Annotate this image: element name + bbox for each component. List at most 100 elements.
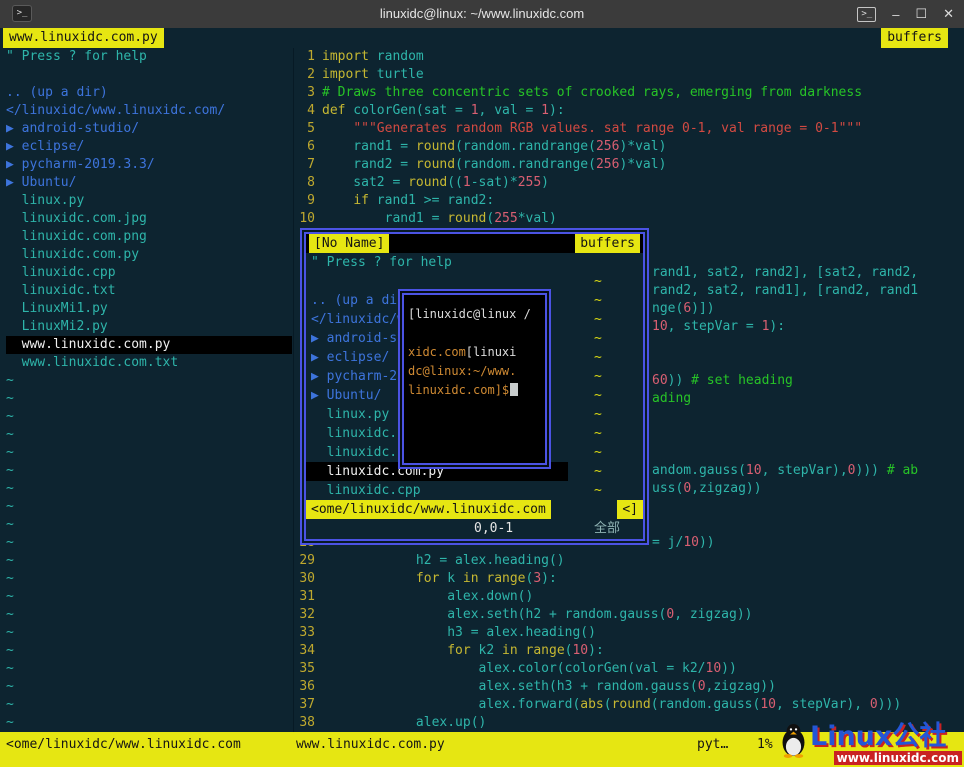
code-line[interactable]: 36 alex.seth(h3 + random.gauss(0,zigzag)… <box>296 678 964 696</box>
line-number: 34 <box>299 643 315 658</box>
empty-line-tilde: ~ <box>6 661 14 676</box>
code-line[interactable]: 34 for k2 in range(10): <box>296 642 964 660</box>
statusline-filetype: pyt… <box>697 737 729 752</box>
popup-all-label: 全部 <box>594 521 621 536</box>
code-line[interactable]: 29 h2 = alex.heading() <box>296 552 964 570</box>
line-number: 4 <box>307 103 315 118</box>
popup-empty-line-tilde: ~ <box>594 483 602 498</box>
popup-terminal-window[interactable]: [linuxidc@linux / xidc.com[linuxi dc@linux… <box>398 289 551 469</box>
popup-empty-line-tilde: ~ <box>594 445 602 460</box>
empty-line-tilde: ~ <box>6 715 14 730</box>
empty-line-tilde: ~ <box>6 553 14 568</box>
code-line[interactable]: 30 for k in range(3): <box>296 570 964 588</box>
tree-item[interactable]: .. (up a dir) <box>6 84 292 102</box>
empty-line-tilde: ~ <box>6 427 14 442</box>
line-number: 7 <box>307 157 315 172</box>
terminal-window-icon: >_ <box>857 6 877 22</box>
code-line[interactable]: 2 import turtle <box>296 66 964 84</box>
popup-empty-line-tilde: ~ <box>594 312 602 327</box>
popup-buffers-label[interactable]: buffers <box>575 234 640 253</box>
empty-line-tilde: ~ <box>6 517 14 532</box>
popup-empty-line-tilde: ~ <box>594 388 602 403</box>
empty-line-tilde: ~ <box>6 607 14 622</box>
tree-item[interactable]: ▶ pycharm-2019.3.3/ <box>6 156 292 174</box>
statusline-tree-path: <ome/linuxidc/www.linuxidc.com <box>6 737 241 752</box>
code-line[interactable]: 6 rand1 = round(random.randrange(256)*va… <box>296 138 964 156</box>
popup-empty-line-tilde: ~ <box>594 464 602 479</box>
empty-line-tilde: ~ <box>6 679 14 694</box>
empty-line-tilde: ~ <box>6 697 14 712</box>
popup-ruler: 0,0-1 <box>474 521 514 536</box>
watermark: Linux公社 www.linuxidc.com <box>780 719 962 767</box>
tree-item[interactable]: </linuxidc/www.linuxidc.com/ <box>6 102 292 120</box>
maximize-button[interactable]: ☐ <box>915 6 927 22</box>
popup-tree-item[interactable]: " Press ? for help <box>306 253 568 272</box>
tree-item[interactable]: LinuxMi2.py <box>6 318 292 336</box>
code-line[interactable]: 8 sat2 = round((1-sat)*255) <box>296 174 964 192</box>
code-line[interactable]: 9 if rand1 >= rand2: <box>296 192 964 210</box>
tree-item[interactable]: linuxidc.cpp <box>6 264 292 282</box>
tree-item[interactable]: ▶ android-studio/ <box>6 120 292 138</box>
terminal-window: >_ linuxidc@linux: ~/www.linuxidc.com >_… <box>0 0 964 767</box>
popup-command-line: 0,0-1 全部 <box>306 519 643 538</box>
empty-line-tilde: ~ <box>6 535 14 550</box>
tree-item[interactable] <box>6 66 292 84</box>
empty-line-tilde: ~ <box>6 499 14 514</box>
close-button[interactable]: ✕ <box>943 6 954 22</box>
popup-tree-item[interactable]: linuxidc.cpp <box>306 481 568 500</box>
titlebar: >_ linuxidc@linux: ~/www.linuxidc.com >_… <box>0 0 964 28</box>
popup-empty-line-tilde: ~ <box>594 350 602 365</box>
code-line[interactable]: 4 def colorGen(sat = 1, val = 1): <box>296 102 964 120</box>
tree-item[interactable]: linuxidc.com.jpg <box>6 210 292 228</box>
popup-statusline: <ome/linuxidc/www.linuxidc.com <] <box>306 500 643 519</box>
terminal-line: [linuxidc@linux / <box>408 307 531 321</box>
tree-item[interactable]: linux.py <box>6 192 292 210</box>
line-number: 37 <box>299 697 315 712</box>
code-line[interactable]: 10 rand1 = round(255*val) <box>296 210 964 228</box>
code-line[interactable]: 1 import random <box>296 48 964 66</box>
tree-item[interactable]: linuxidc.com.py <box>6 246 292 264</box>
popup-terminal[interactable]: [linuxidc@linux / xidc.com[linuxi dc@linux… <box>402 293 547 465</box>
popup-tab-no-name[interactable]: [No Name] <box>309 234 390 253</box>
popup-tabline: [No Name] buffers <box>306 234 643 253</box>
code-line[interactable]: 32 alex.seth(h2 + random.gauss(0, zigzag… <box>296 606 964 624</box>
code-line[interactable]: 3 # Draws three concentric sets of crooke… <box>296 84 964 102</box>
watermark-site: www.linuxidc.com <box>833 751 962 765</box>
file-tree: " Press ? for help .. (up a dir) </linuxid… <box>0 48 292 732</box>
popup-vim-window: [No Name] buffers " Press ? for help.. (… <box>300 228 649 545</box>
popup-tilde-column: ~ ~ ~ ~ ~ ~ ~ ~ ~ ~ ~ ~ <box>594 272 602 500</box>
tree-item[interactable]: " Press ? for help <box>6 48 292 66</box>
line-number: 2 <box>307 67 315 82</box>
code-line[interactable]: 35 alex.color(colorGen(val = k2/10)) <box>296 660 964 678</box>
statusline-filename: www.linuxidc.com.py <box>296 737 445 752</box>
line-number: 29 <box>299 553 315 568</box>
tree-item[interactable]: www.linuxidc.com.py <box>6 336 292 354</box>
active-tab[interactable]: www.linuxidc.com.py <box>3 28 164 48</box>
popup-empty-line-tilde: ~ <box>594 369 602 384</box>
tree-item[interactable]: ▶ Ubuntu/ <box>6 174 292 192</box>
tree-item[interactable]: linuxidc.com.png <box>6 228 292 246</box>
code-line[interactable]: 33 h3 = alex.heading() <box>296 624 964 642</box>
empty-line-tilde: ~ <box>6 625 14 640</box>
code-line[interactable]: 37 alex.forward(abs(round(random.gauss(1… <box>296 696 964 714</box>
popup-empty-line-tilde: ~ <box>594 407 602 422</box>
buffers-label[interactable]: buffers <box>881 28 948 48</box>
line-number: 9 <box>307 193 315 208</box>
line-number: 38 <box>299 715 315 730</box>
code-line[interactable]: 31 alex.down() <box>296 588 964 606</box>
line-number: 36 <box>299 679 315 694</box>
tree-item[interactable]: ▶ eclipse/ <box>6 138 292 156</box>
popup-empty-line-tilde: ~ <box>594 274 602 289</box>
tree-item[interactable]: www.linuxidc.com.txt <box>6 354 292 372</box>
line-number: 1 <box>307 49 315 64</box>
tux-penguin-icon <box>780 722 807 762</box>
terminal-cursor <box>510 383 519 396</box>
minimize-button[interactable]: – <box>892 7 899 22</box>
code-line[interactable]: 5 """Generates random RGB values. sat ra… <box>296 120 964 138</box>
popup-status-path: <ome/linuxidc/www.linuxidc.com <box>306 500 551 519</box>
line-number: 8 <box>307 175 315 190</box>
code-line[interactable]: 7 rand2 = round(random.randrange(256)*va… <box>296 156 964 174</box>
tree-item[interactable]: LinuxMi1.py <box>6 300 292 318</box>
tree-item[interactable]: linuxidc.txt <box>6 282 292 300</box>
